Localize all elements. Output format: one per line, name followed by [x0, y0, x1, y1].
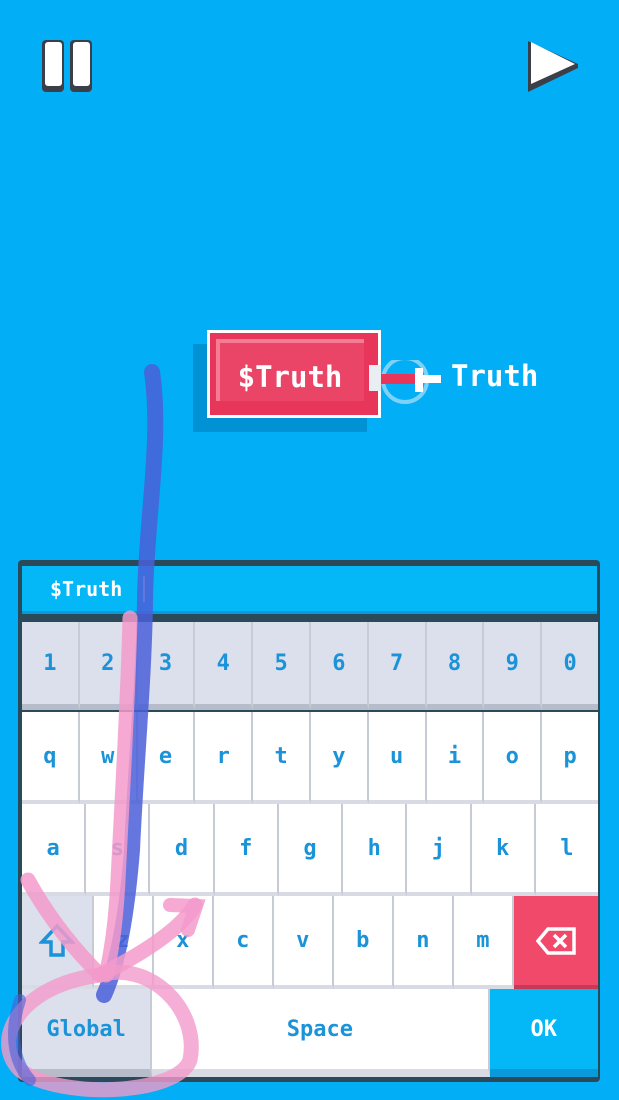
key-x[interactable]: x	[153, 896, 214, 989]
key-p[interactable]: p	[542, 712, 598, 804]
shift-arrow-icon	[38, 922, 75, 957]
ok-key[interactable]: OK	[489, 989, 598, 1077]
pause-button[interactable]	[40, 38, 96, 94]
key-h[interactable]: h	[343, 804, 408, 896]
key-r[interactable]: r	[195, 712, 254, 804]
key-2[interactable]: 2	[79, 622, 138, 710]
key-6[interactable]: 6	[310, 622, 369, 710]
play-button[interactable]	[525, 38, 581, 94]
space-key[interactable]: Space	[152, 989, 490, 1077]
key-k[interactable]: k	[471, 804, 536, 896]
key-g[interactable]: g	[278, 804, 344, 896]
key-w[interactable]: w	[79, 712, 138, 804]
key-s[interactable]: s	[86, 804, 151, 896]
bottom-row: Global Space OK	[22, 989, 598, 1077]
backspace-icon	[535, 926, 576, 955]
shift-key[interactable]	[22, 896, 94, 989]
key-d[interactable]: d	[150, 804, 215, 896]
variable-block-label: $Truth	[237, 360, 343, 394]
key-0[interactable]: 0	[542, 622, 598, 710]
key-e[interactable]: e	[137, 712, 196, 804]
key-u[interactable]: u	[368, 712, 427, 804]
key-q[interactable]: q	[22, 712, 80, 804]
linked-variable-label: Truth	[451, 359, 539, 393]
key-l[interactable]: l	[535, 804, 598, 896]
key-9[interactable]: 9	[484, 622, 543, 710]
key-m[interactable]: m	[453, 896, 514, 989]
key-b[interactable]: b	[333, 896, 394, 989]
key-8[interactable]: 8	[426, 622, 485, 710]
key-7[interactable]: 7	[368, 622, 427, 710]
text-caret	[143, 576, 145, 602]
play-icon	[528, 41, 578, 92]
variable-block[interactable]: $Truth	[207, 330, 381, 418]
key-y[interactable]: y	[310, 712, 369, 804]
key-z[interactable]: z	[93, 896, 154, 989]
letter-row-top: q w e r t y u i o p	[22, 712, 598, 804]
key-i[interactable]: i	[426, 712, 485, 804]
backspace-key[interactable]	[513, 896, 598, 989]
key-n[interactable]: n	[393, 896, 454, 989]
global-key[interactable]: Global	[22, 989, 153, 1077]
pause-icon	[42, 40, 92, 92]
key-o[interactable]: o	[484, 712, 543, 804]
number-row: 1 2 3 4 5 6 7 8 9 0	[22, 622, 598, 710]
key-3[interactable]: 3	[137, 622, 196, 710]
letter-row-middle: a s d f g h j k l	[22, 804, 598, 896]
text-input-field[interactable]: $Truth	[22, 566, 597, 614]
key-4[interactable]: 4	[195, 622, 254, 710]
key-c[interactable]: c	[213, 896, 274, 989]
key-a[interactable]: a	[22, 804, 87, 896]
key-f[interactable]: f	[214, 804, 279, 896]
key-v[interactable]: v	[273, 896, 334, 989]
letter-row-bottom: z x c v b n m	[22, 896, 598, 989]
text-input-value: $Truth	[50, 577, 123, 601]
connector-plug-icon[interactable]	[369, 360, 451, 410]
key-5[interactable]: 5	[253, 622, 311, 710]
key-t[interactable]: t	[253, 712, 311, 804]
key-1[interactable]: 1	[22, 622, 80, 710]
key-j[interactable]: j	[407, 804, 472, 896]
